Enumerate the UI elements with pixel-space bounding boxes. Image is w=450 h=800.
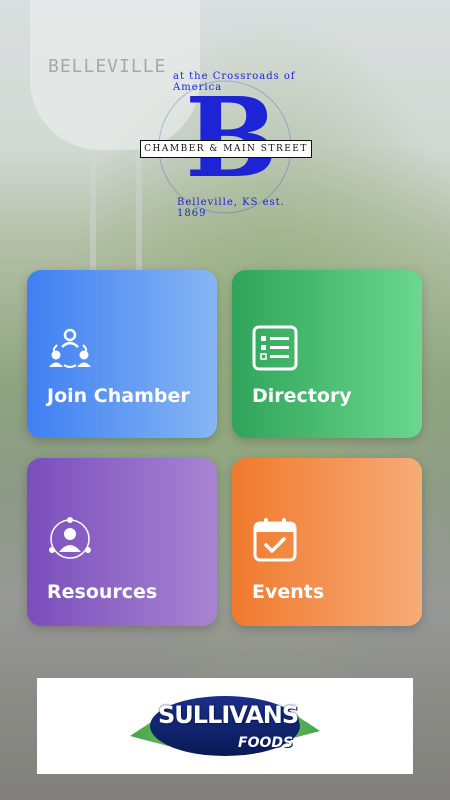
resources-tile[interactable]: Resources <box>27 458 217 626</box>
sponsor-name: SULLIVANS <box>158 701 299 729</box>
directory-tile[interactable]: Directory <box>232 270 422 438</box>
logo-letter: B <box>185 73 278 202</box>
join-chamber-tile[interactable]: Join Chamber <box>27 270 217 438</box>
join-chamber-label: Join Chamber <box>47 385 190 407</box>
chamber-logo: at the Crossroads of America B CHAMBER &… <box>135 71 315 219</box>
logo-bottom-text: Belleville, KS est. 1869 <box>177 197 285 219</box>
person-network-icon <box>49 517 91 559</box>
events-tile[interactable]: Events <box>232 458 422 626</box>
group-icon <box>49 328 91 368</box>
sponsor-banner[interactable]: SULLIVANS FOODS <box>37 678 413 774</box>
directory-label: Directory <box>252 385 352 407</box>
resources-label: Resources <box>47 581 158 603</box>
calendar-check-icon <box>253 518 297 562</box>
sullivans-logo: SULLIVANS FOODS <box>130 691 320 761</box>
logo-banner: CHAMBER & MAIN STREET <box>140 140 312 158</box>
events-label: Events <box>252 581 325 603</box>
list-icon <box>252 325 298 371</box>
sponsor-sub: FOODS <box>238 735 294 751</box>
